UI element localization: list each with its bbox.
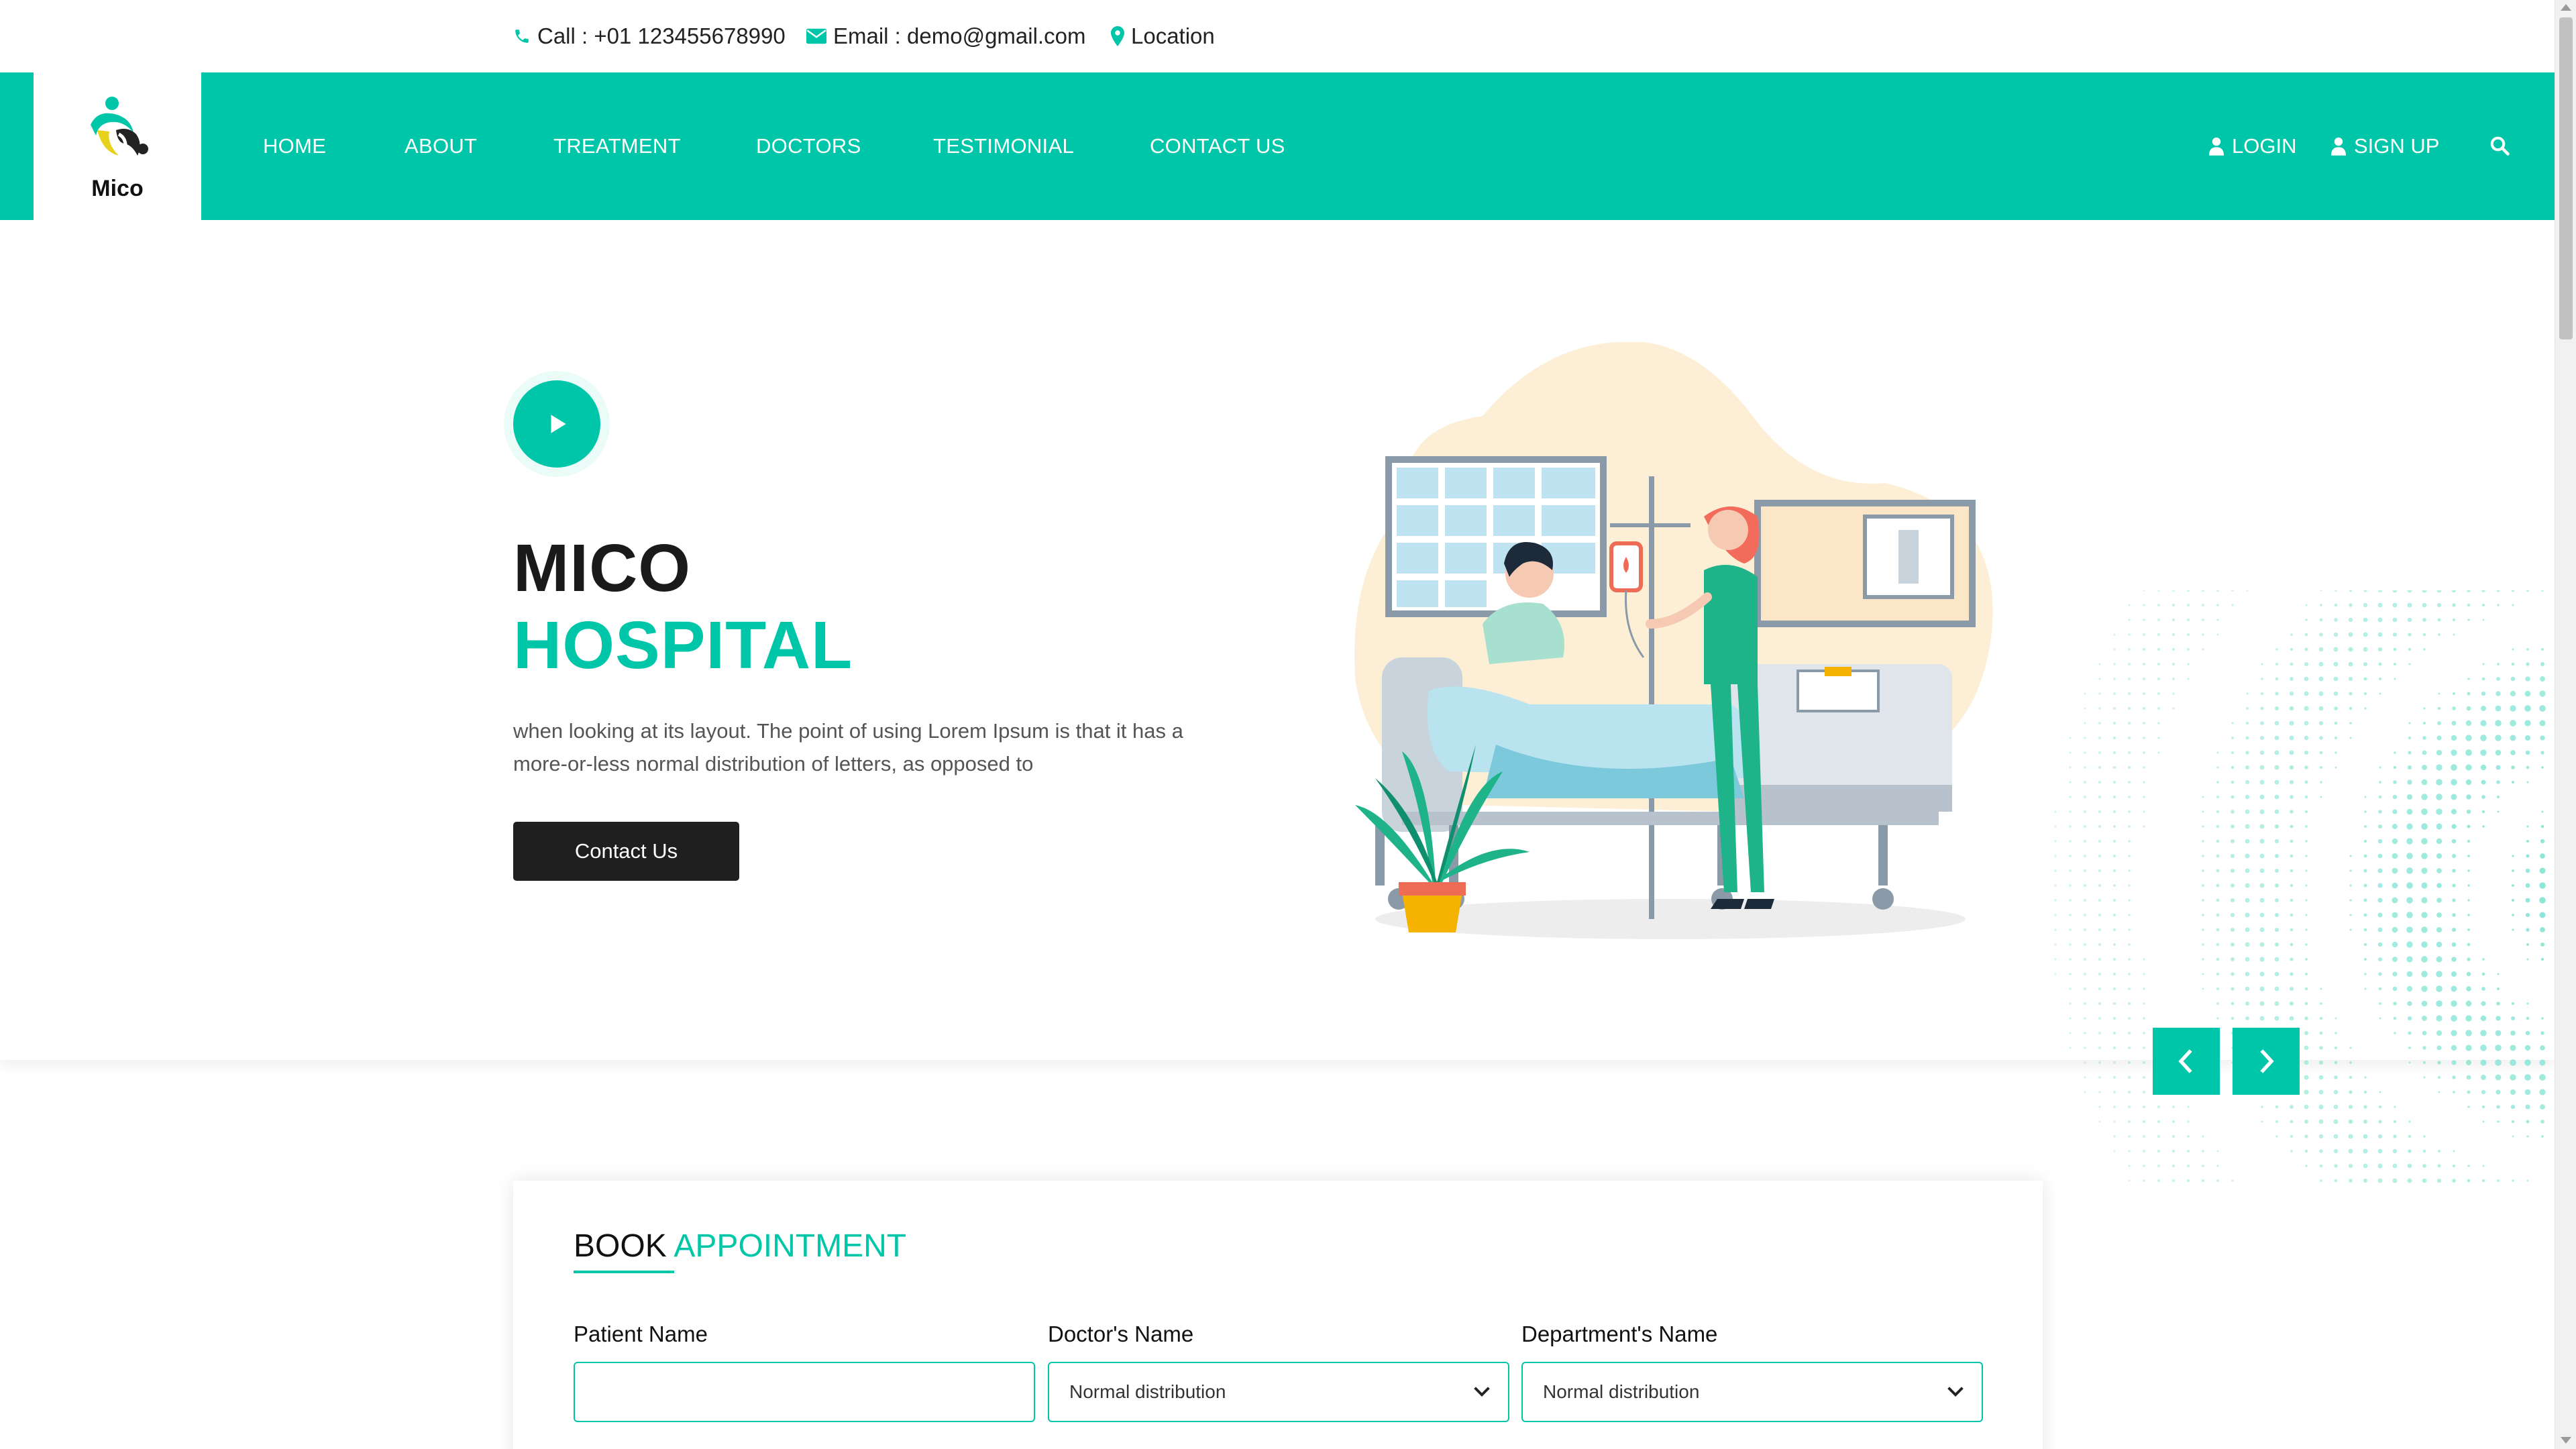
search-button[interactable]	[2489, 136, 2518, 156]
hero-title-line1: MICO	[513, 531, 692, 606]
top-info-bar: Call : +01 123455678990 Email : demo@gma…	[0, 0, 2555, 72]
nav-contact-us[interactable]: CONTACT US	[1150, 134, 1285, 158]
department-name-label: Department's Name	[1521, 1322, 1718, 1346]
phone-icon	[515, 30, 529, 43]
hero-description: when looking at its layout. The point of…	[513, 719, 1183, 775]
nav-doctors[interactable]: DOCTORS	[756, 134, 861, 158]
chevron-down-icon	[1947, 1387, 1964, 1397]
email-text: Email : demo@gmail.com	[833, 23, 1086, 48]
nav-about[interactable]: ABOUT	[405, 134, 477, 158]
logo-icon	[91, 96, 148, 156]
signup-link[interactable]: SIGN UP	[2331, 134, 2439, 158]
login-label: LOGIN	[2232, 134, 2297, 158]
chevron-right-icon	[2260, 1049, 2274, 1073]
carousel-prev-button[interactable]	[2153, 1028, 2220, 1095]
contact-us-button[interactable]: Contact Us	[513, 822, 739, 881]
doctor-name-value: Normal distribution	[1069, 1381, 1226, 1402]
patient-name-label: Patient Name	[574, 1322, 708, 1346]
call-text: Call : +01 123455678990	[537, 23, 786, 48]
title-dark-part: BOOK	[574, 1228, 667, 1264]
map-marker-icon	[1111, 26, 1124, 46]
user-icon	[2331, 137, 2346, 156]
signup-label: SIGN UP	[2354, 134, 2440, 158]
carousel-next-button[interactable]	[2233, 1028, 2300, 1095]
doctor-name-select[interactable]: Normal distribution	[1048, 1362, 1509, 1422]
patient-name-input[interactable]	[574, 1362, 1035, 1422]
nav-treatment[interactable]: TREATMENT	[553, 134, 681, 158]
play-video-button[interactable]	[513, 380, 600, 468]
hospital-illustration	[1354, 342, 1993, 939]
chevron-down-icon	[1474, 1387, 1490, 1397]
play-icon	[551, 415, 566, 433]
nav-testimonial[interactable]: TESTIMONIAL	[933, 134, 1074, 158]
scrollbar-thumb[interactable]	[2559, 17, 2573, 339]
nav-home[interactable]: HOME	[263, 134, 326, 158]
department-name-select[interactable]: Normal distribution	[1521, 1362, 1983, 1422]
chevron-left-icon	[2178, 1049, 2192, 1073]
brand-logo[interactable]: Mico	[34, 72, 201, 220]
decorative-dot-pattern	[2054, 590, 2546, 1183]
search-icon	[2490, 136, 2510, 156]
email-info[interactable]: Email : demo@gmail.com	[806, 21, 1085, 51]
department-name-value: Normal distribution	[1543, 1381, 1700, 1402]
login-link[interactable]: LOGIN	[2209, 134, 2296, 158]
call-info[interactable]: Call : +01 123455678990	[513, 21, 786, 51]
location-text: Location	[1131, 23, 1215, 48]
book-appointment-card: BOOK APPOINTMENT Patient Name Doctor's N…	[513, 1181, 2043, 1449]
page-scrollbar[interactable]	[2555, 0, 2576, 1449]
scroll-up-arrow[interactable]	[2561, 4, 2571, 11]
scroll-down-arrow[interactable]	[2561, 1437, 2571, 1444]
envelope-icon	[806, 28, 826, 44]
title-accent-part: APPOINTMENT	[674, 1228, 907, 1264]
brand-name: Mico	[91, 175, 144, 201]
doctor-name-label: Doctor's Name	[1048, 1322, 1194, 1346]
title-underline	[574, 1271, 674, 1273]
hero-title-line2: HOSPITAL	[513, 608, 853, 683]
book-appointment-title: BOOK APPOINTMENT	[574, 1228, 906, 1265]
location-info[interactable]: Location	[1111, 21, 1215, 51]
user-icon	[2209, 137, 2224, 156]
